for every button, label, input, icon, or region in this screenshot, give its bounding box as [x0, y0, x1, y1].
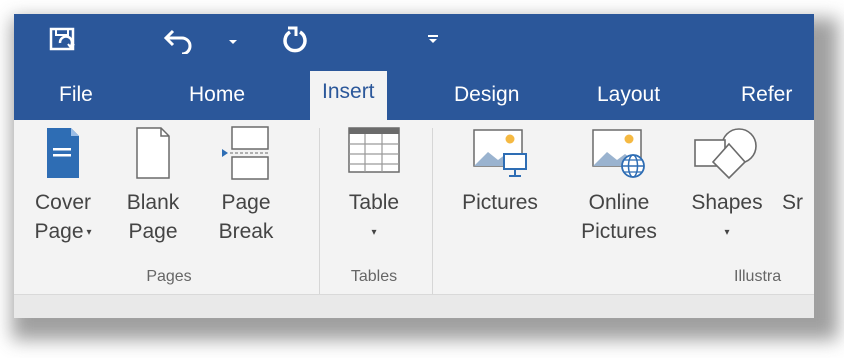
group-label-pages: Pages: [146, 268, 192, 285]
blank-page-button[interactable]: Blank Page: [117, 126, 189, 246]
online-pictures-label-1: Online: [588, 191, 650, 214]
table-icon: [348, 127, 400, 173]
online-pictures-button[interactable]: Online Pictures: [566, 126, 672, 246]
smartart-button[interactable]: Sr: [782, 126, 814, 217]
cover-page-icon: [47, 128, 79, 178]
customize-toolbar-icon[interactable]: [426, 32, 440, 60]
ribbon-bottom-edge: [14, 294, 814, 318]
tab-layout[interactable]: Layout: [597, 80, 660, 120]
ribbon-insert-panel: Cover Page▾ Blank Page Page Break Pages: [14, 120, 814, 294]
tab-home[interactable]: Home: [189, 80, 245, 120]
table-button[interactable]: Table ▾: [332, 126, 416, 247]
tab-design[interactable]: Design: [454, 80, 519, 120]
cover-page-label-2: Page ▾: [14, 217, 112, 247]
tab-insert[interactable]: Insert: [310, 71, 387, 120]
group-label-tables: Tables: [350, 268, 398, 285]
blank-page-icon: [136, 127, 170, 179]
ribbon-tab-row: File Home Insert Design Layout Refer: [14, 66, 814, 120]
page-break-icon: [222, 126, 270, 180]
quick-access-toolbar: [14, 14, 814, 66]
table-label: Table: [348, 191, 400, 214]
shapes-icon: [694, 128, 757, 180]
table-dropdown-icon: ▾: [371, 226, 377, 238]
online-pictures-icon: [592, 129, 645, 178]
tab-file[interactable]: File: [59, 80, 93, 120]
group-separator: [319, 128, 320, 294]
chevron-down-icon: ▾: [86, 226, 92, 238]
undo-icon[interactable]: [160, 26, 196, 56]
pictures-button[interactable]: Pictures: [444, 126, 556, 217]
redo-icon[interactable]: [280, 26, 310, 54]
pictures-label: Pictures: [462, 191, 538, 214]
page-break-label-2: Break: [218, 220, 274, 243]
save-icon[interactable]: [48, 26, 78, 54]
shapes-button[interactable]: Shapes ▾: [678, 126, 776, 247]
cover-page-button[interactable]: Cover Page ▾: [14, 126, 112, 247]
blank-page-label-1: Blank: [126, 191, 180, 214]
blank-page-label-2: Page: [128, 220, 178, 243]
group-separator: [432, 128, 433, 294]
shapes-label: Shapes: [691, 191, 763, 214]
undo-dropdown-icon[interactable]: [226, 34, 240, 62]
online-pictures-label-2: Pictures: [581, 220, 657, 243]
shapes-dropdown-icon: ▾: [724, 226, 730, 238]
group-label-illustrations: Illustra: [734, 268, 782, 285]
tab-references[interactable]: Refer: [741, 80, 792, 120]
pictures-icon: [473, 129, 527, 177]
page-break-button[interactable]: Page Break: [210, 126, 282, 246]
word-ribbon: File Home Insert Design Layout Refer Cov…: [14, 14, 814, 318]
cover-page-label-1: Cover: [34, 191, 92, 214]
smartart-label: Sr: [782, 191, 803, 214]
page-break-label-1: Page: [221, 191, 271, 214]
